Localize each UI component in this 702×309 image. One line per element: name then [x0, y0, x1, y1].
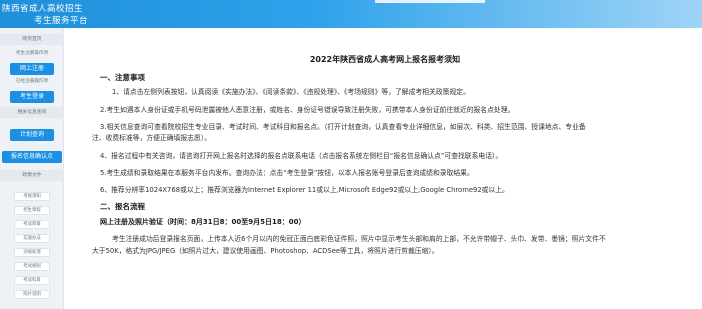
policy-item[interactable]: 考规须知	[14, 192, 50, 201]
policy-item[interactable]: 违规处理	[14, 248, 50, 257]
banner-title-line1: 陕西省成人高校招生	[2, 4, 84, 14]
section-process-title: 二、报名流程	[100, 202, 145, 211]
policy-item[interactable]: 考试简章	[14, 220, 50, 229]
policy-item[interactable]: 照片说明	[14, 290, 50, 299]
policy-item[interactable]: 考试规则	[14, 262, 50, 271]
sidebar-section-register: 考生注册操作项	[15, 51, 49, 56]
policy-item[interactable]: 实施办法	[14, 234, 50, 243]
sidebar-section-registered: 已经注册操作项	[15, 79, 49, 84]
registration-point-button[interactable]: 报名信息确认点	[2, 151, 62, 163]
notice-content: 2022年陕西省成人高考网上报名报考须知 一、注意事项 1、请点击左侧列表按钮，…	[72, 28, 698, 309]
notice-item: 4、报名过程中有关咨询，请咨询打开网上报名时选择的报名点联系电话（点击报名系统左…	[100, 152, 503, 160]
section-notes-title: 一、注意事项	[100, 73, 145, 82]
register-button[interactable]: 网上注册	[10, 63, 54, 75]
banner-highlight-strip	[375, 0, 485, 3]
banner-title-line2: 考生服务平台	[34, 16, 89, 26]
sidebar-section-query: 相关信息查询	[0, 107, 64, 118]
notice-item: 5.考生成绩和录取结果在本服务平台内发布。查询办法：点击“考生登录”按钮，以本人…	[100, 169, 474, 177]
policy-item[interactable]: 考试科目	[14, 276, 50, 285]
notice-item: 2.考生如遇本人身份证或手机号码泄露被他人恶意注册，或姓名、身份证号错误导致注册…	[100, 106, 515, 114]
photo-requirements-line2: 大于50K，格式为JPG/JPEG（如照片过大，建议使用画图、Photoshop…	[92, 247, 439, 255]
policy-item[interactable]: 招生章程	[14, 206, 50, 215]
notice-title: 2022年陕西省成人高考网上报名报考须知	[309, 55, 461, 64]
notice-item: 6、推荐分辨率1024X768或以上；推荐浏览器为Internet Explor…	[100, 186, 509, 194]
sidebar: 网页首页 考生注册操作项 网上注册 已经注册操作项 考生登录 相关信息查询 计划…	[0, 28, 64, 309]
notice-item: 注、收费标准等，方便正确填报志愿）。	[92, 134, 211, 142]
plan-query-button[interactable]: 计划查询	[10, 129, 54, 141]
top-banner: 陕西省成人高校招生 考生服务平台	[0, 0, 702, 28]
photo-requirements-line1: 考生注册成功后登录报名页面，上传本人近6个月以内的免冠正面白底彩色证件照，照片中…	[112, 235, 606, 243]
notice-item: 1、请点击左侧列表按钮，认真阅读《实施办法》、《阅读条款》、《违规处理》、《考场…	[112, 88, 470, 96]
sidebar-home-link[interactable]: 网页首页	[0, 34, 64, 45]
sidebar-section-policy: 政策文件	[0, 170, 64, 181]
login-button[interactable]: 考生登录	[10, 91, 54, 103]
page-root: 陕西省成人高校招生 考生服务平台 网页首页 考生注册操作项 网上注册 已经注册操…	[0, 0, 702, 309]
notice-item: 3.相关信息查询可查看院校招生专业目录、考试时间、考试科目和报名点。（打开计划查…	[100, 123, 586, 131]
registration-time-heading: 网上注册及照片验证（时间：8月31日8：00至9月5日18：00）	[100, 218, 306, 226]
